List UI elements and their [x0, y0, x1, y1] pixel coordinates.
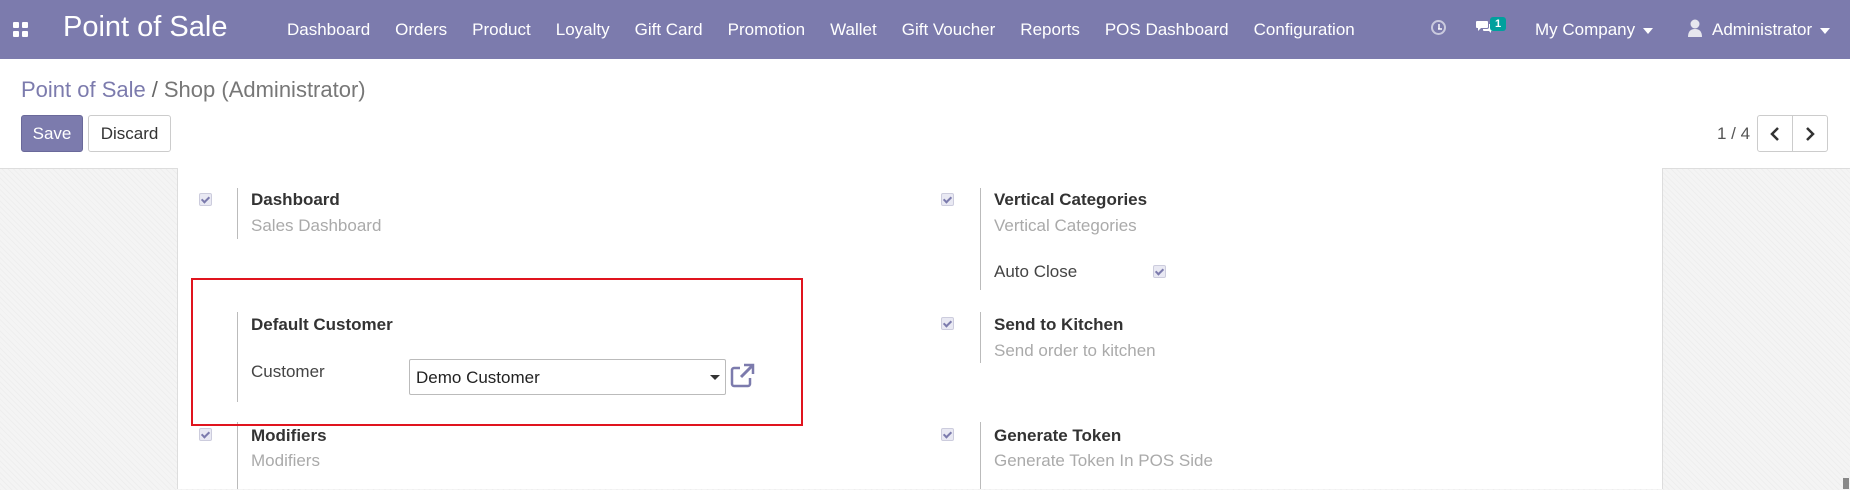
setting-divider: [237, 188, 238, 239]
breadcrumb-separator: /: [151, 77, 158, 102]
menu-item-reports[interactable]: Reports: [1020, 20, 1080, 40]
menu-item-configuration[interactable]: Configuration: [1254, 20, 1355, 40]
dashboard-checkbox[interactable]: [199, 193, 212, 206]
menu-item-loyalty[interactable]: Loyalty: [556, 20, 610, 40]
generate-token-description: Generate Token In POS Side: [994, 451, 1213, 470]
setting-divider: [237, 422, 238, 489]
chevron-left-icon: [1770, 126, 1779, 141]
customer-select-value: Demo Customer: [416, 368, 540, 387]
user-name: Administrator: [1712, 20, 1813, 39]
menu-item-promotion[interactable]: Promotion: [728, 20, 805, 40]
settings-sheet: [177, 168, 1663, 489]
save-button[interactable]: Save: [21, 115, 83, 152]
breadcrumb: Point of Sale / Shop (Administrator): [21, 77, 366, 103]
dashboard-title: Dashboard: [251, 190, 340, 209]
menu-item-product[interactable]: Product: [472, 20, 531, 40]
default-customer-title: Default Customer: [251, 315, 393, 334]
generate-token-title: Generate Token: [994, 426, 1122, 445]
setting-divider: [980, 312, 981, 363]
chevron-right-icon: [1806, 126, 1815, 141]
menu-item-pos-dashboard[interactable]: POS Dashboard: [1105, 20, 1229, 40]
pager-value[interactable]: 1 / 4: [1717, 124, 1750, 144]
caret-down-icon: [710, 375, 720, 380]
modifiers-checkbox[interactable]: [199, 428, 212, 441]
main-menu: Dashboard Orders Product Loyalty Gift Ca…: [287, 0, 1380, 59]
setting-divider: [980, 422, 981, 489]
send-to-kitchen-description: Send order to kitchen: [994, 341, 1156, 360]
pager-previous-button[interactable]: [1757, 115, 1793, 152]
send-to-kitchen-checkbox[interactable]: [941, 317, 954, 330]
vertical-categories-checkbox[interactable]: [941, 193, 954, 206]
vertical-categories-title: Vertical Categories: [994, 190, 1148, 209]
breadcrumb-current: Shop (Administrator): [163, 77, 366, 102]
setting-divider: [237, 312, 238, 402]
pager-next-button[interactable]: [1792, 115, 1828, 152]
caret-down-icon: [1643, 27, 1654, 34]
external-link-icon[interactable]: [729, 363, 755, 389]
scrollbar-thumb[interactable]: [1843, 478, 1849, 489]
customer-select[interactable]: Demo Customer: [409, 359, 726, 395]
customer-field-label: Customer: [251, 362, 325, 381]
discard-button[interactable]: Discard: [88, 115, 171, 152]
user-menu[interactable]: Administrator: [1712, 20, 1831, 40]
breadcrumb-parent-link[interactable]: Point of Sale: [21, 77, 146, 102]
app-brand-title[interactable]: Point of Sale: [63, 11, 227, 44]
user-avatar-icon: [1688, 19, 1702, 37]
menu-item-wallet[interactable]: Wallet: [830, 20, 877, 40]
menu-item-gift-voucher[interactable]: Gift Voucher: [902, 20, 996, 40]
menu-item-gift-card[interactable]: Gift Card: [635, 20, 703, 40]
top-navbar: Point of Sale Dashboard Orders Product L…: [0, 0, 1850, 59]
menu-item-dashboard[interactable]: Dashboard: [287, 20, 370, 40]
auto-close-checkbox[interactable]: [1153, 265, 1166, 278]
apps-grid-icon[interactable]: [13, 22, 29, 38]
dashboard-description: Sales Dashboard: [251, 216, 382, 235]
vertical-categories-description: Vertical Categories: [994, 216, 1137, 235]
setting-divider: [980, 188, 981, 290]
modifiers-title: Modifiers: [251, 426, 327, 445]
message-count-badge: 1: [1490, 17, 1507, 31]
auto-close-label: Auto Close: [994, 262, 1078, 281]
generate-token-checkbox[interactable]: [941, 428, 954, 441]
modifiers-description: Modifiers: [251, 451, 320, 470]
company-name: My Company: [1535, 20, 1636, 39]
activity-clock-icon[interactable]: [1431, 20, 1446, 35]
caret-down-icon: [1820, 27, 1831, 34]
menu-item-orders[interactable]: Orders: [395, 20, 447, 40]
company-switcher[interactable]: My Company: [1535, 20, 1654, 40]
send-to-kitchen-title: Send to Kitchen: [994, 315, 1124, 334]
